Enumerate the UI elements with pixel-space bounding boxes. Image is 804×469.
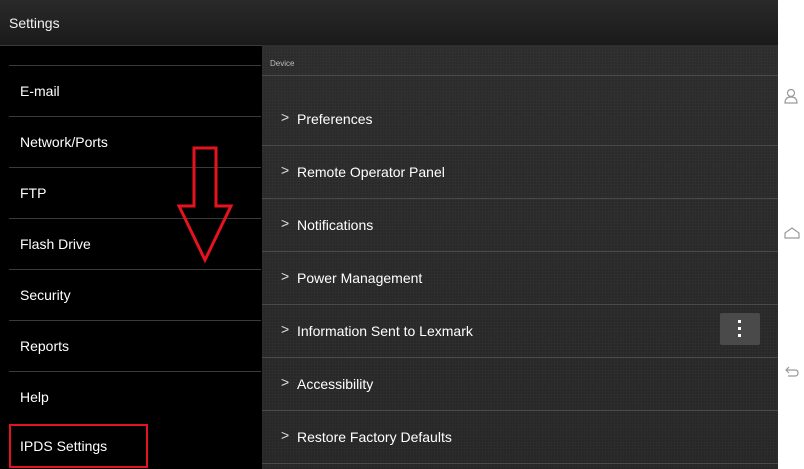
row-remote-operator-panel[interactable]: > Remote Operator Panel — [262, 146, 778, 199]
row-label: Accessibility — [297, 376, 374, 392]
more-options-icon[interactable] — [720, 313, 760, 345]
chevron-right-icon: > — [281, 215, 290, 231]
device-screen: Settings E-mail Network/Ports FTP Flash … — [0, 0, 778, 469]
sidebar-item-reports[interactable]: Reports — [9, 320, 261, 371]
down-arrow-annotation-icon — [176, 146, 234, 269]
chevron-right-icon: > — [281, 268, 290, 284]
title-bar: Settings — [0, 0, 778, 46]
row-notifications[interactable]: > Notifications — [262, 199, 778, 252]
chevron-right-icon: > — [281, 162, 290, 178]
sidebar-item-label: Security — [20, 287, 71, 303]
sidebar-item-ipds-settings[interactable]: IPDS Settings — [9, 424, 148, 468]
sidebar-item-email[interactable]: E-mail — [9, 65, 261, 116]
system-nav-bar — [778, 0, 804, 469]
sidebar-item-label: Network/Ports — [20, 134, 108, 150]
chevron-right-icon: > — [281, 374, 290, 390]
section-divider — [262, 75, 778, 76]
sidebar-item-label: IPDS Settings — [20, 438, 108, 454]
sidebar-item-label: E-mail — [20, 83, 60, 99]
row-information-sent-to-lexmark[interactable]: > Information Sent to Lexmark — [262, 305, 778, 358]
window-title: Settings — [9, 15, 60, 31]
sidebar-item-help[interactable]: Help — [9, 371, 261, 422]
row-label: Notifications — [297, 217, 374, 233]
profile-icon[interactable] — [784, 88, 798, 109]
chevron-right-icon: > — [281, 427, 290, 443]
row-label: Power Management — [297, 270, 423, 286]
row-accessibility[interactable]: > Accessibility — [262, 358, 778, 411]
sidebar-item-label: Flash Drive — [20, 236, 91, 252]
sidebar-item-security[interactable]: Security — [9, 269, 261, 320]
row-label: Restore Factory Defaults — [297, 429, 452, 445]
chevron-right-icon: > — [281, 109, 290, 125]
chevron-right-icon: > — [281, 321, 290, 337]
sidebar-item-label: Reports — [20, 338, 70, 354]
row-power-management[interactable]: > Power Management — [262, 252, 778, 305]
home-icon[interactable] — [784, 226, 800, 245]
device-settings-panel: Device > Preferences > Remote Operator P… — [262, 45, 778, 469]
back-icon[interactable] — [784, 364, 800, 383]
row-label: Information Sent to Lexmark — [297, 323, 473, 339]
section-header: Device — [270, 59, 295, 68]
row-label: Remote Operator Panel — [297, 164, 445, 180]
row-preferences[interactable]: > Preferences — [262, 93, 778, 146]
sidebar-item-label: Help — [20, 389, 49, 405]
row-restore-factory-defaults[interactable]: > Restore Factory Defaults — [262, 411, 778, 464]
sidebar-item-label: FTP — [20, 185, 47, 201]
row-label: Preferences — [297, 111, 373, 127]
